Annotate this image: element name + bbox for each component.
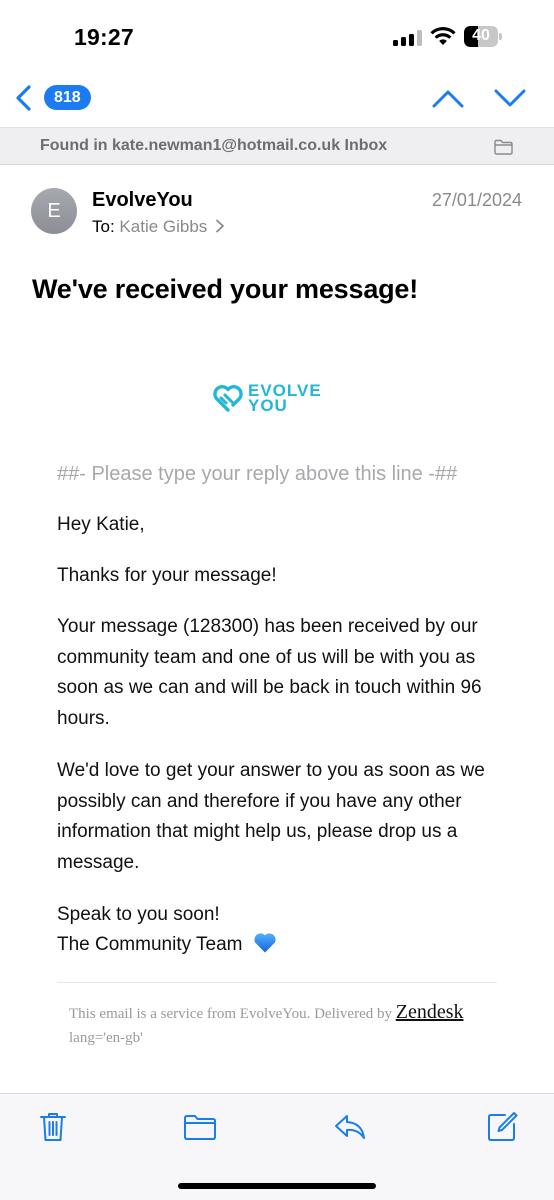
email-footer: This email is a service from EvolveYou. …	[69, 1000, 499, 1050]
heart-logo-icon	[213, 385, 243, 412]
logo-text-you: YOU	[248, 396, 288, 415]
signoff-line-2: The Community Team	[57, 930, 507, 961]
message-date: 27/01/2024	[431, 190, 522, 210]
compose-icon[interactable]	[485, 1111, 519, 1143]
battery-level-text: 40	[472, 27, 490, 44]
reply-icon[interactable]	[333, 1111, 367, 1143]
found-in-mailbox-bar[interactable]: Found in kate.newman1@hotmail.co.uk Inbo…	[0, 127, 554, 165]
zendesk-link[interactable]: Zendesk	[396, 1001, 464, 1023]
recipient-line[interactable]: To: Katie Gibbs	[92, 217, 225, 237]
greeting: Hey Katie,	[57, 514, 145, 535]
footer-divider	[57, 982, 497, 983]
back-chevron-icon[interactable]	[12, 84, 36, 112]
reply-above-line-marker: ##- Please type your reply above this li…	[57, 463, 458, 485]
evolveyou-logo: EVOLVE YOU	[212, 380, 342, 414]
signoff-line-1: Speak to you soon!	[57, 904, 220, 925]
blue-heart-icon	[254, 933, 276, 953]
sender-avatar[interactable]: E	[31, 188, 77, 234]
service-text: This email is a service from EvolveYou. …	[69, 1006, 392, 1022]
status-time: 19:27	[74, 24, 134, 50]
message-count-badge[interactable]: 818	[44, 85, 91, 110]
previous-message-chevron-up-icon[interactable]	[430, 84, 466, 112]
next-message-chevron-down-icon[interactable]	[492, 84, 528, 112]
sender-name[interactable]: EvolveYou	[92, 189, 193, 212]
wifi-icon	[430, 27, 456, 45]
battery-indicator: 40	[464, 26, 502, 47]
home-indicator	[178, 1183, 376, 1189]
navigation-bar: 818	[0, 72, 554, 126]
recipient-name[interactable]: Katie Gibbs	[119, 217, 207, 236]
to-label: To:	[92, 217, 115, 236]
cellular-signal-icon	[393, 30, 423, 46]
folder-icon[interactable]	[494, 139, 513, 155]
email-subject: We've received your message!	[32, 274, 419, 304]
folder-icon[interactable]	[183, 1111, 217, 1143]
body-paragraph-2: We'd love to get your answer to you as s…	[57, 760, 485, 873]
chevron-right-icon	[216, 219, 224, 233]
trash-icon[interactable]	[36, 1111, 70, 1143]
status-bar: 19:27 40	[0, 0, 554, 72]
found-in-text: Found in kate.newman1@hotmail.co.uk Inbo…	[40, 137, 388, 154]
lang-text: lang='en-gb'	[69, 1030, 143, 1046]
signoff-team: The Community Team	[57, 934, 243, 955]
thanks-line: Thanks for your message!	[57, 565, 277, 586]
body-paragraph-1: Your message (128300) has been received …	[57, 616, 482, 729]
